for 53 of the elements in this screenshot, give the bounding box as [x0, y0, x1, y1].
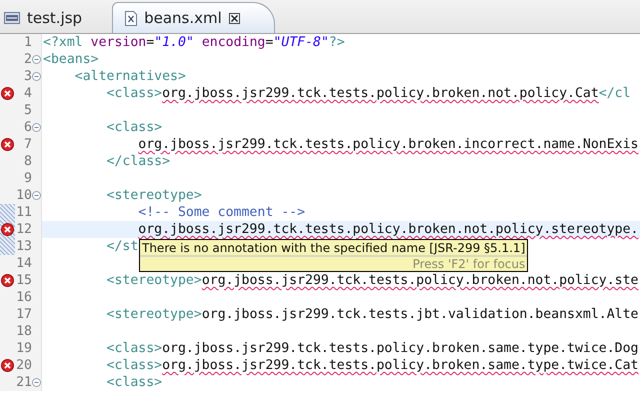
line-number: 16 [15, 289, 32, 306]
code-line: org.jboss.jsr299.tck.tests.policy.broken.not.policy.stereotype. [137, 222, 638, 237]
code-line: <?xml version="1.0" encoding="UTF-8"?> [43, 35, 345, 50]
line-number: 10 [15, 187, 32, 204]
collapse-icon[interactable] [32, 123, 41, 132]
code-line: <class> [106, 120, 162, 135]
line-number: 8 [23, 153, 32, 170]
editor-tab[interactable]: test.jsp [0, 2, 102, 33]
line-number: 20 [15, 357, 32, 374]
line-number: 19 [15, 340, 32, 357]
code-line: <stereotype>org.jboss.jsr299.tck.tests.policy.broken.not.policy.ste [106, 273, 638, 288]
code-line: <alternatives> [74, 69, 186, 84]
line-number: 14 [15, 255, 32, 272]
collapse-icon[interactable] [32, 72, 41, 81]
line-number: 2 [23, 51, 32, 68]
error-icon[interactable] [1, 87, 14, 100]
code-line: org.jboss.jsr299.tck.tests.policy.broken.incorrect.name.NonExis [137, 137, 638, 152]
jsp-file-icon [4, 10, 20, 24]
collapse-icon[interactable] [32, 55, 41, 64]
line-number: 17 [15, 306, 32, 323]
code-line: <beans> [43, 52, 99, 67]
line-number: 11 [15, 204, 32, 221]
line-number: 4 [23, 85, 32, 102]
code-line: </class> [106, 154, 170, 169]
line-number: 12 [15, 221, 32, 238]
code-line: <class> [106, 375, 162, 390]
code-line: <class>org.jboss.jsr299.tck.tests.policy.broken.same.type.twice.Dog [106, 341, 638, 356]
line-number: 18 [15, 323, 32, 340]
error-icon[interactable] [1, 138, 14, 151]
collapse-icon[interactable] [32, 191, 41, 200]
error-icon[interactable] [1, 274, 14, 287]
line-number: 5 [23, 102, 32, 119]
code-line: <stereotype>org.jboss.jsr299.tck.tests.jbt.validation.beansxml.Alte [106, 307, 638, 322]
tooltip-hint: Press 'F2' for focus [412, 257, 526, 271]
line-number: 13 [15, 238, 32, 255]
line-number: 6 [23, 119, 32, 136]
code-line: <!-- Some comment --> [137, 205, 306, 220]
editor-tab[interactable]: beans.xml [112, 2, 275, 33]
line-number: 7 [23, 136, 32, 153]
line-number: 1 [23, 34, 32, 51]
code-line: <class>org.jboss.jsr299.tck.tests.policy.broken.same.type.twice.Cat [106, 358, 638, 373]
line-number: 3 [23, 68, 32, 85]
code-line: </st [106, 239, 138, 254]
error-icon[interactable] [1, 359, 14, 372]
line-number: 21 [15, 374, 32, 391]
code-line: <class>org.jboss.jsr299.tck.tests.policy.broken.not.policy.Cat</cl [106, 86, 631, 101]
collapse-icon[interactable] [32, 378, 41, 387]
line-number: 15 [15, 272, 32, 289]
line-number: 9 [23, 170, 32, 187]
code-line: <stereotype> [106, 188, 202, 203]
xml-file-icon [125, 10, 138, 26]
tooltip-message: There is no annotation with the specified name [JSR-299 §5.1.1] [140, 240, 528, 257]
close-icon[interactable] [228, 12, 240, 24]
